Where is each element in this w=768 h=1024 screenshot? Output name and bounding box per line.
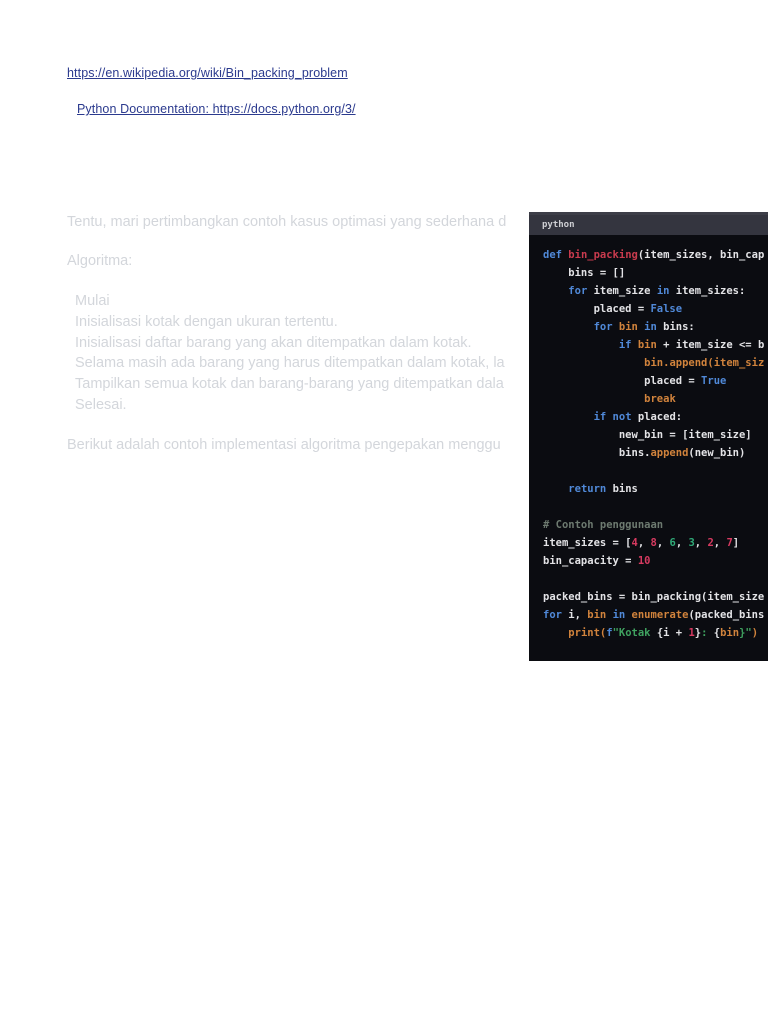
code-line: if not placed: (593, 411, 683, 423)
language-label: python (542, 220, 575, 230)
algorithm-step: Selama masih ada barang yang harus ditem… (75, 355, 505, 372)
wikipedia-link[interactable]: https://en.wikipedia.org/wiki/Bin_packin… (67, 66, 348, 80)
code-line: for i, bin in enumerate(packed_bins (543, 609, 765, 621)
closing-paragraph: Berikut adalah contoh implementasi algor… (67, 437, 501, 453)
code-line: # Contoh penggunaan (543, 519, 664, 531)
code-panel: python def bin_packing(item_sizes, bin_c… (529, 212, 768, 661)
code-line: for item_size in item_sizes: (568, 285, 746, 297)
algorithm-step: Inisialisasi daftar barang yang akan dit… (75, 334, 472, 351)
python-docs-link[interactable]: Python Documentation: https://docs.pytho… (77, 102, 356, 116)
algorithm-step: Selesai. (75, 396, 127, 413)
code-line: bins.append(new_bin) (543, 447, 746, 459)
code-line: def bin_packing(item_sizes, bin_cap (543, 249, 765, 261)
algorithm-heading: Algoritma: (67, 253, 133, 269)
code-line: item_sizes = [4, 8, 6, 3, 2, 7] (543, 537, 740, 549)
code-line: placed = False (543, 303, 683, 315)
document-page: https://en.wikipedia.org/wiki/Bin_packin… (0, 0, 768, 1024)
code-line: for bin in bins: (593, 321, 695, 333)
algorithm-step: Tampilkan semua kotak dan barang-barang … (75, 376, 504, 393)
code-line: print(f"Kotak {i + 1}: {bin}") (568, 627, 759, 639)
code-line: break (644, 393, 676, 405)
code-line: if bin + item_size <= b (618, 339, 765, 351)
code-line: packed_bins = bin_packing(item_size (543, 591, 765, 603)
code-panel-header: python (529, 212, 768, 235)
code-line: new_bin = [item_size] (543, 429, 752, 441)
code-line: return bins (568, 483, 638, 495)
code-block: def bin_packing(item_sizes, bin_cap bins… (529, 235, 768, 642)
code-line: bin_capacity = 10 (543, 555, 651, 567)
algorithm-step: Inisialisasi kotak dengan ukuran tertent… (75, 313, 338, 330)
code-line: bins = [] (543, 267, 626, 279)
code-line: placed = True (543, 375, 727, 387)
algorithm-steps: Mulai Inisialisasi kotak dengan ukuran te… (75, 291, 505, 416)
algorithm-step: Mulai (75, 293, 110, 309)
code-line: bin.append(item_siz (644, 357, 765, 369)
intro-paragraph: Tentu, mari pertimbangkan contoh kasus o… (67, 214, 507, 230)
